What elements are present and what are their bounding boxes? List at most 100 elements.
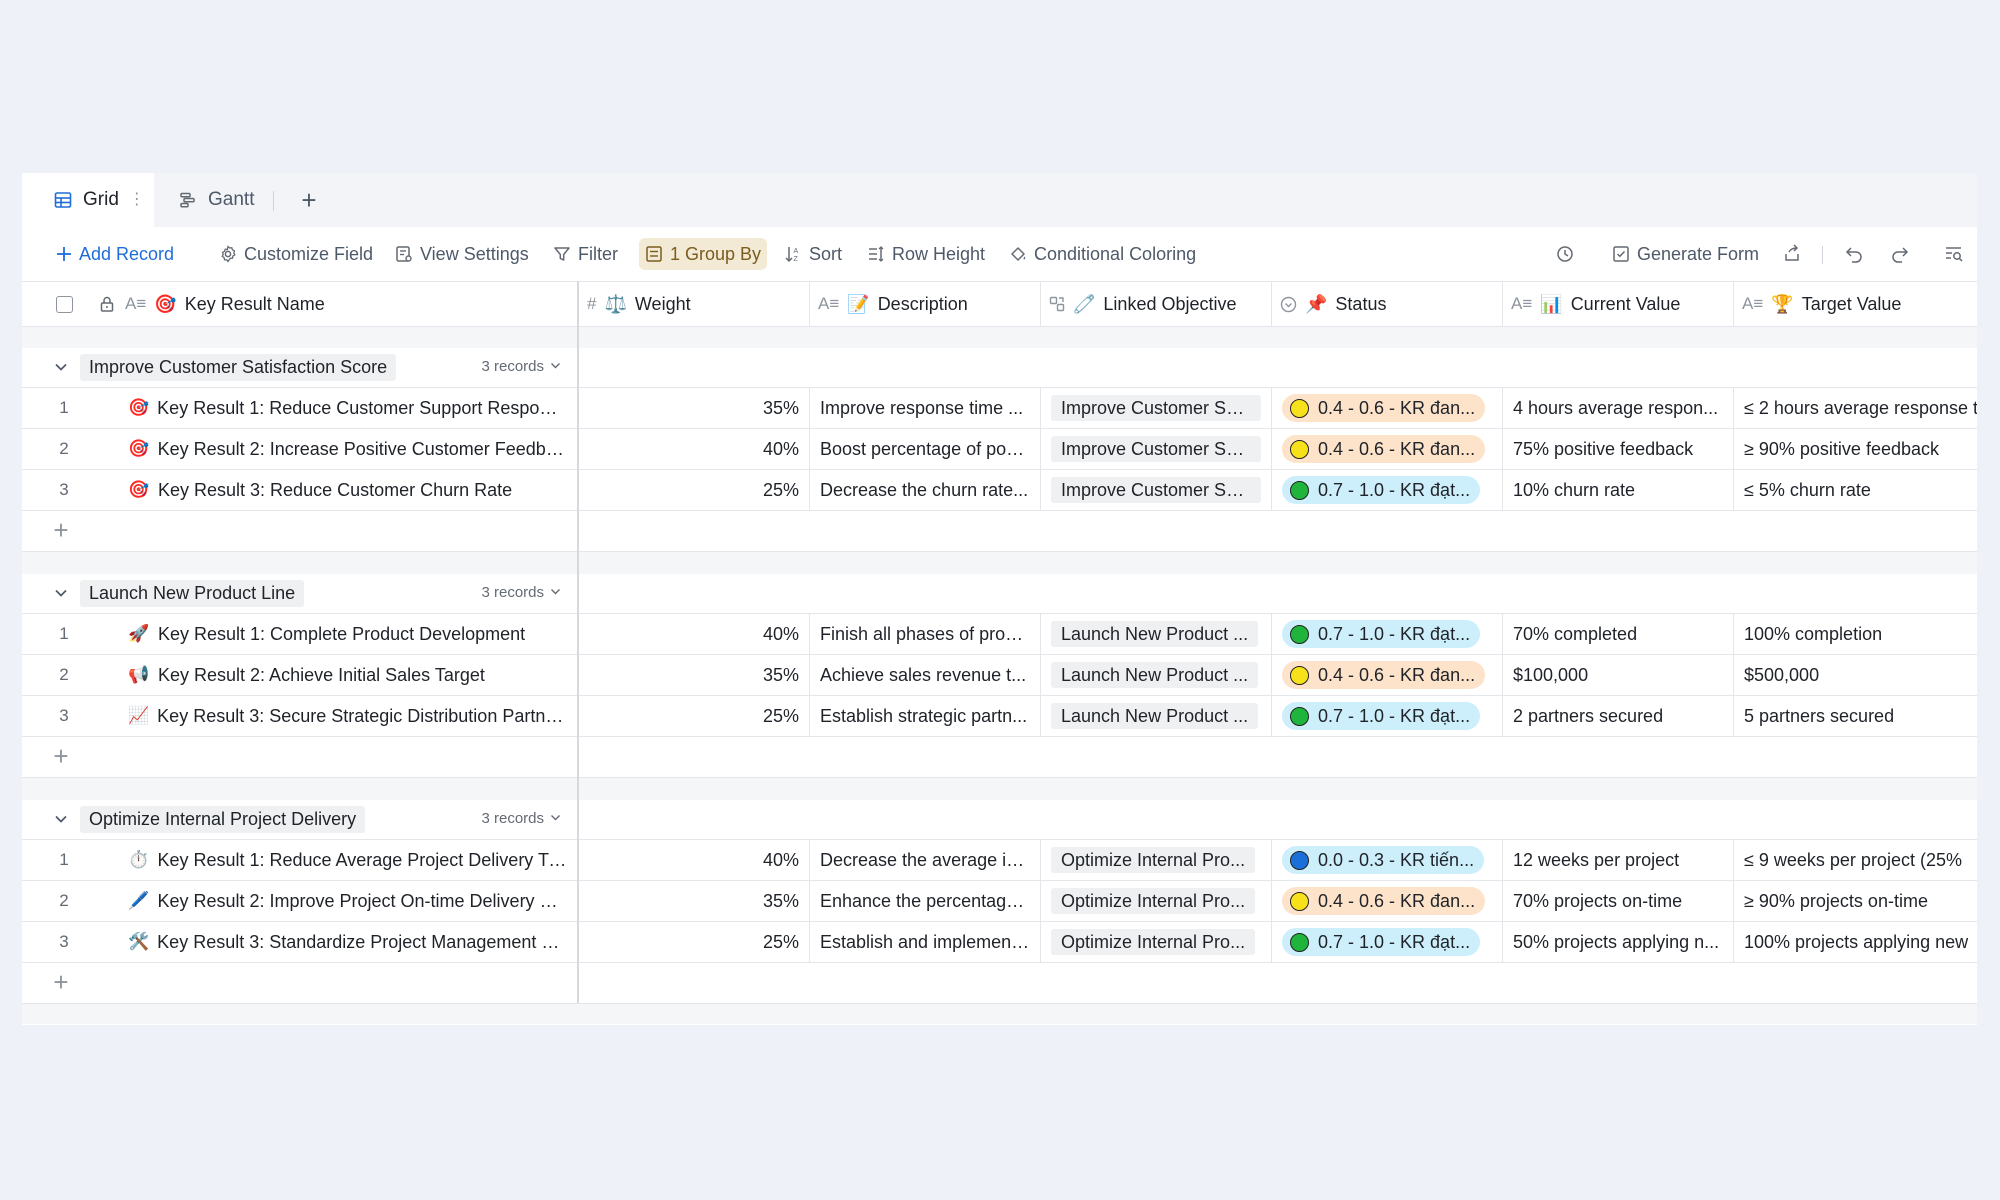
key-result-name-cell[interactable]: 📢 Key Result 2: Achieve Initial Sales Tar… [124, 655, 577, 695]
description-cell[interactable]: Finish all phases of prod... [810, 614, 1041, 654]
header-weight-cell[interactable]: # ⚖️ Weight [579, 282, 810, 326]
table-row[interactable]: 3 🛠️ Key Result 3: Standardize Project Man… [22, 922, 1977, 963]
header-description-cell[interactable]: A≡ 📝 Description [810, 282, 1041, 326]
group-header[interactable]: Optimize Internal Project Delivery 3 reco… [22, 800, 1977, 840]
chevron-down-icon[interactable] [52, 584, 70, 602]
description-cell[interactable]: Decrease the churn rate... [810, 470, 1041, 510]
chevron-down-icon[interactable] [52, 810, 70, 828]
target-value-cell[interactable]: 5 partners secured [1734, 696, 1977, 736]
history-icon[interactable] [1551, 240, 1579, 268]
group-header[interactable]: Launch New Product Line 3 records [22, 574, 1977, 614]
add-row-button[interactable]: + [22, 737, 1977, 778]
description-cell[interactable]: Establish and implement... [810, 922, 1041, 962]
header-key-result-name[interactable]: Key Result Name [185, 294, 325, 315]
undo-icon[interactable] [1840, 240, 1868, 268]
description-cell[interactable]: Improve response time ... [810, 388, 1041, 428]
current-value-cell[interactable]: $100,000 [1503, 655, 1734, 695]
target-value-cell[interactable]: ≤ 9 weeks per project (25% [1734, 840, 1977, 880]
weight-cell[interactable]: 25% [579, 922, 810, 962]
group-by-button[interactable]: 1 Group By [639, 238, 768, 270]
target-value-cell[interactable]: ≤ 2 hours average response t [1734, 388, 1977, 428]
description-cell[interactable]: Establish strategic partn... [810, 696, 1041, 736]
linked-objective-cell[interactable]: Optimize Internal Pro... [1041, 881, 1272, 921]
group-record-count[interactable]: 3 records [481, 584, 561, 601]
header-linked-objective-cell[interactable]: 🧷 Linked Objective [1041, 282, 1272, 326]
linked-objective-cell[interactable]: Optimize Internal Pro... [1041, 840, 1272, 880]
group-record-count[interactable]: 3 records [481, 358, 561, 375]
target-value-cell[interactable]: ≤ 5% churn rate [1734, 470, 1977, 510]
table-row[interactable]: 2 🎯 Key Result 2: Increase Positive Custom… [22, 429, 1977, 470]
description-cell[interactable]: Boost percentage of pos... [810, 429, 1041, 469]
add-row-button[interactable]: + [22, 511, 1977, 552]
share-icon[interactable] [1778, 240, 1806, 268]
target-value-cell[interactable]: 100% completion [1734, 614, 1977, 654]
current-value-cell[interactable]: 10% churn rate [1503, 470, 1734, 510]
status-cell[interactable]: 0.7 - 1.0 - KR đạt... [1272, 696, 1503, 736]
table-row[interactable]: 1 🎯 Key Result 1: Reduce Customer Support … [22, 388, 1977, 429]
customize-field-button[interactable]: Customize Field [213, 238, 379, 270]
select-all-checkbox[interactable] [56, 295, 73, 313]
weight-cell[interactable]: 25% [579, 696, 810, 736]
linked-objective-cell[interactable]: Improve Customer Sa... [1041, 470, 1272, 510]
table-row[interactable]: 3 📈 Key Result 3: Secure Strategic Distrib… [22, 696, 1977, 737]
key-result-name-cell[interactable]: 🖊️ Key Result 2: Improve Project On-time … [124, 881, 577, 921]
add-row-button[interactable]: + [22, 963, 1977, 1004]
status-cell[interactable]: 0.7 - 1.0 - KR đạt... [1272, 614, 1503, 654]
weight-cell[interactable]: 40% [579, 840, 810, 880]
description-cell[interactable]: Achieve sales revenue t... [810, 655, 1041, 695]
table-row[interactable]: 1 ⏱️ Key Result 1: Reduce Average Project … [22, 840, 1977, 881]
table-row[interactable]: 2 📢 Key Result 2: Achieve Initial Sales Ta… [22, 655, 1977, 696]
linked-objective-cell[interactable]: Optimize Internal Pro... [1041, 922, 1272, 962]
description-cell[interactable]: Enhance the percentage... [810, 881, 1041, 921]
status-cell[interactable]: 0.4 - 0.6 - KR đan... [1272, 881, 1503, 921]
weight-cell[interactable]: 35% [579, 388, 810, 428]
generate-form-button[interactable]: Generate Form [1606, 238, 1765, 270]
frozen-column-divider[interactable] [577, 281, 579, 1003]
weight-cell[interactable]: 25% [579, 470, 810, 510]
current-value-cell[interactable]: 2 partners secured [1503, 696, 1734, 736]
add-view-icon[interactable]: + [294, 185, 324, 215]
status-cell[interactable]: 0.7 - 1.0 - KR đạt... [1272, 922, 1503, 962]
redo-icon[interactable] [1886, 240, 1914, 268]
target-value-cell[interactable]: ≥ 90% positive feedback [1734, 429, 1977, 469]
header-target-value-cell[interactable]: A≡ 🏆 Target Value [1734, 282, 1977, 326]
status-cell[interactable]: 0.7 - 1.0 - KR đạt... [1272, 470, 1503, 510]
status-cell[interactable]: 0.4 - 0.6 - KR đan... [1272, 388, 1503, 428]
current-value-cell[interactable]: 50% projects applying n... [1503, 922, 1734, 962]
status-cell[interactable]: 0.0 - 0.3 - KR tiến... [1272, 840, 1503, 880]
linked-objective-cell[interactable]: Launch New Product ... [1041, 655, 1272, 695]
key-result-name-cell[interactable]: 🛠️ Key Result 3: Standardize Project Mana… [124, 922, 577, 962]
table-row[interactable]: 1 🚀 Key Result 1: Complete Product Develop… [22, 614, 1977, 655]
sort-button[interactable]: AZ Sort [778, 238, 848, 270]
linked-objective-cell[interactable]: Launch New Product ... [1041, 696, 1272, 736]
header-current-value-cell[interactable]: A≡ 📊 Current Value [1503, 282, 1734, 326]
tab-grid[interactable]: Grid ⋮ [22, 173, 154, 227]
key-result-name-cell[interactable]: 🎯 Key Result 1: Reduce Customer Support R… [124, 388, 577, 428]
linked-objective-cell[interactable]: Launch New Product ... [1041, 614, 1272, 654]
current-value-cell[interactable]: 70% projects on-time [1503, 881, 1734, 921]
search-records-icon[interactable] [1940, 240, 1968, 268]
filter-button[interactable]: Filter [547, 238, 624, 270]
group-header[interactable]: Improve Customer Satisfaction Score 3 rec… [22, 348, 1977, 388]
header-status-cell[interactable]: 📌 Status [1272, 282, 1503, 326]
description-cell[interactable]: Decrease the average in... [810, 840, 1041, 880]
tab-more-icon[interactable]: ⋮ [129, 192, 145, 208]
key-result-name-cell[interactable]: 📈 Key Result 3: Secure Strategic Distribu… [124, 696, 577, 736]
status-cell[interactable]: 0.4 - 0.6 - KR đan... [1272, 429, 1503, 469]
chevron-down-icon[interactable] [52, 358, 70, 376]
row-height-button[interactable]: Row Height [861, 238, 991, 270]
key-result-name-cell[interactable]: ⏱️ Key Result 1: Reduce Average Project D… [124, 840, 577, 880]
add-record-button[interactable]: Add Record [50, 238, 180, 270]
conditional-coloring-button[interactable]: Conditional Coloring [1003, 238, 1202, 270]
table-row[interactable]: 2 🖊️ Key Result 2: Improve Project On-time… [22, 881, 1977, 922]
weight-cell[interactable]: 40% [579, 614, 810, 654]
weight-cell[interactable]: 40% [579, 429, 810, 469]
tab-gantt[interactable]: Gantt [177, 173, 254, 227]
current-value-cell[interactable]: 12 weeks per project [1503, 840, 1734, 880]
current-value-cell[interactable]: 75% positive feedback [1503, 429, 1734, 469]
key-result-name-cell[interactable]: 🎯 Key Result 3: Reduce Customer Churn Rat… [124, 470, 577, 510]
group-record-count[interactable]: 3 records [481, 810, 561, 827]
status-cell[interactable]: 0.4 - 0.6 - KR đan... [1272, 655, 1503, 695]
target-value-cell[interactable]: ≥ 90% projects on-time [1734, 881, 1977, 921]
view-settings-button[interactable]: View Settings [389, 238, 535, 270]
